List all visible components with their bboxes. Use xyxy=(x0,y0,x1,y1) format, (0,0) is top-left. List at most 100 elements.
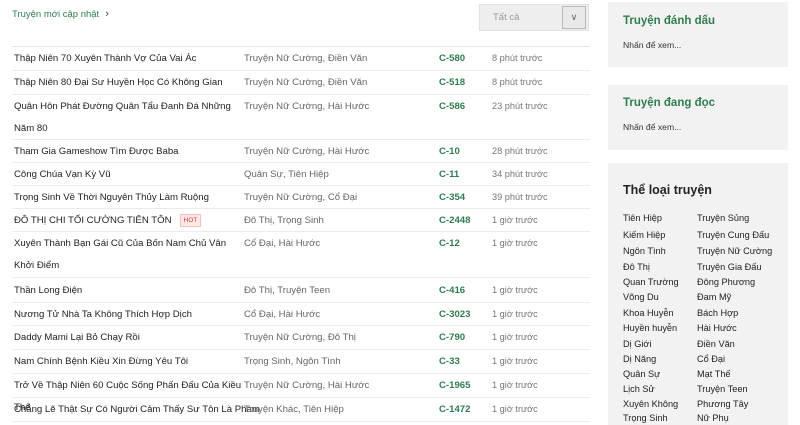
genre-link[interactable]: Tiên Hiệp xyxy=(623,212,662,225)
story-chapter-link[interactable]: C-1472 xyxy=(439,399,470,421)
genre-link[interactable]: Xuyên Không xyxy=(623,398,678,411)
story-categories[interactable]: Cổ Đại, Hài Hước xyxy=(244,233,434,255)
table-row: Công Chúa Vạn Kỳ Vũ Quân Sự, Tiên Hiệp C… xyxy=(12,163,590,186)
story-categories[interactable]: Đô Thị, Trọng Sinh xyxy=(244,210,434,232)
genre-link[interactable]: Phương Tây xyxy=(697,398,748,411)
story-chapter-link[interactable]: C-33 xyxy=(439,351,460,373)
genre-link[interactable]: Quân Sự xyxy=(623,368,660,381)
story-title-link[interactable]: Thần Long Điện xyxy=(14,280,242,302)
story-chapter-link[interactable]: C-1965 xyxy=(439,375,470,397)
story-categories[interactable]: Truyện Nữ Cường, Hài Hước xyxy=(244,375,434,397)
story-title-link[interactable]: Tham Gia Gameshow Tìm Được Baba xyxy=(14,141,242,163)
category-filter-select[interactable]: Tất cả ∨ xyxy=(479,4,589,31)
story-chapter-link[interactable]: C-518 xyxy=(439,72,465,94)
genre-link[interactable]: Khoa Huyễn xyxy=(623,307,674,320)
story-categories[interactable]: Quân Sự, Tiên Hiệp xyxy=(244,164,434,186)
genre-link[interactable]: Truyện Cung Đấu xyxy=(697,229,769,242)
table-row: Quân Hôn Phát Đường Quân Tẩu Đanh Đá Nhữ… xyxy=(12,95,590,140)
genre-link[interactable]: Truyện Sủng xyxy=(697,212,749,225)
story-categories[interactable]: Cổ Đại, Hài Hước xyxy=(244,304,434,326)
genre-link[interactable]: Huyền huyễn xyxy=(623,322,677,335)
story-chapter-link[interactable]: C-2448 xyxy=(439,210,470,232)
story-categories[interactable]: Đô Thị, Truyện Teen xyxy=(244,280,434,302)
story-categories[interactable]: Truyện Nữ Cường, Cổ Đại xyxy=(244,187,434,209)
story-categories[interactable]: Truyện Khác, Tiên Hiệp xyxy=(244,399,434,421)
story-title-link[interactable]: Công Chúa Vạn Kỳ Vũ xyxy=(14,164,242,186)
genre-link[interactable]: Đô Thị xyxy=(623,261,650,274)
story-updated-time: 8 phút trước xyxy=(492,77,543,87)
story-categories[interactable]: Truyện Nữ Cường, Hài Hước xyxy=(244,141,434,163)
story-categories[interactable]: Trọng Sinh, Ngôn Tình xyxy=(244,351,434,373)
story-title-link[interactable]: Trọng Sinh Về Thời Nguyên Thủy Làm Ruộng xyxy=(14,187,242,209)
story-categories[interactable]: Truyện Nữ Cường, Điền Văn xyxy=(244,48,434,70)
story-chapter-link[interactable]: C-12 xyxy=(439,233,460,255)
story-categories[interactable]: Truyện Nữ Cường, Đô Thị xyxy=(244,327,434,349)
genre-link[interactable]: Truyện Gia Đấu xyxy=(697,261,762,274)
table-row: Thập Niên 80 Đại Sư Huyền Học Có Không G… xyxy=(12,71,590,95)
genre-link[interactable]: Bách Hợp xyxy=(697,307,738,320)
filter-value: Tất cả xyxy=(493,12,520,23)
table-row: ĐÔ THỊ CHI TỐI CƯỜNG TIÊN TÔN HOT Đô Thị,… xyxy=(12,209,590,232)
genre-link[interactable]: Quan Trường xyxy=(623,276,679,289)
story-chapter-link[interactable]: C-790 xyxy=(439,327,465,349)
genre-link[interactable]: Võng Du xyxy=(623,291,659,304)
reading-stories-box[interactable]: Truyện đang đọc Nhấn để xem... xyxy=(608,85,788,150)
story-chapter-link[interactable]: C-586 xyxy=(439,96,465,118)
story-categories[interactable]: Truyện Nữ Cường, Điền Văn xyxy=(244,72,434,94)
story-updated-time: 1 giờ trước xyxy=(492,238,538,248)
genre-link[interactable]: Ngôn Tình xyxy=(623,245,666,258)
table-row: Nương Tử Nhà Ta Không Thích Hợp Dịch Cổ … xyxy=(12,303,590,326)
story-title-link[interactable]: Thập Niên 80 Đại Sư Huyền Học Có Không G… xyxy=(14,72,242,94)
story-updated-time: 1 giờ trước xyxy=(492,215,538,225)
reading-view-link[interactable]: Nhấn để xem... xyxy=(623,122,681,132)
genre-link[interactable]: Trọng Sinh xyxy=(623,412,668,425)
bookmark-view-link[interactable]: Nhấn để xem... xyxy=(623,40,681,50)
story-title-link[interactable]: Quân Hôn Phát Đường Quân Tẩu Đanh Đá Nhữ… xyxy=(14,96,242,140)
story-title-link[interactable]: Nam Chính Bệnh Kiều Xin Đừng Yêu Tôi xyxy=(14,351,242,373)
story-chapter-link[interactable]: C-416 xyxy=(439,280,465,302)
story-updated-time: 39 phút trước xyxy=(492,192,548,202)
story-categories[interactable]: Truyện Nữ Cường, Hài Hước xyxy=(244,96,434,118)
genre-box: Thể loại truyện Tiên Hiệp Kiếm Hiệp Ngôn… xyxy=(608,163,788,425)
main-content: Truyện mới cập nhật › Tất cả ∨ Thập Niên… xyxy=(12,0,590,425)
table-row: Daddy Mami Lại Bỏ Chạy Rồi Truyện Nữ Cườ… xyxy=(12,326,590,350)
story-title-link[interactable]: Nương Tử Nhà Ta Không Thích Hợp Dịch xyxy=(14,304,242,326)
genre-link[interactable]: Đông Phương xyxy=(697,276,755,289)
genre-link[interactable]: Lịch Sử xyxy=(623,383,655,396)
story-chapter-link[interactable]: C-11 xyxy=(439,164,459,186)
table-row: Nam Chính Bệnh Kiều Xin Đừng Yêu Tôi Trọ… xyxy=(12,350,590,374)
story-title-link[interactable]: Daddy Mami Lại Bỏ Chạy Rồi xyxy=(14,327,242,349)
story-title-link[interactable]: Chẳng Lẽ Thật Sự Có Người Cảm Thấy Sư Tô… xyxy=(14,399,260,421)
genre-link[interactable]: Mạt Thế xyxy=(697,368,731,381)
story-chapter-link[interactable]: C-580 xyxy=(439,48,465,70)
story-updated-time: 1 giờ trước xyxy=(492,404,538,414)
latest-updates-link[interactable]: Truyện mới cập nhật › xyxy=(12,9,109,21)
story-updated-time: 1 giờ trước xyxy=(492,309,538,319)
table-row: Thập Niên 70 Xuyên Thành Vợ Của Vai Ác T… xyxy=(12,47,590,71)
genre-link[interactable]: Nữ Phụ xyxy=(697,412,729,425)
story-chapter-link[interactable]: C-3023 xyxy=(439,304,470,326)
genre-link[interactable]: Dị Năng xyxy=(623,353,656,366)
genre-link[interactable]: Kiếm Hiệp xyxy=(623,229,665,242)
chevron-down-icon[interactable]: ∨ xyxy=(562,6,586,29)
genre-link[interactable]: Cổ Đại xyxy=(697,353,725,366)
genre-link[interactable]: Truyện Nữ Cường xyxy=(697,245,772,258)
story-updated-time: 34 phút trước xyxy=(492,169,548,179)
genre-link[interactable]: Điền Văn xyxy=(697,338,735,351)
genre-link[interactable]: Truyện Teen xyxy=(697,383,748,396)
genre-link[interactable]: Dị Giới xyxy=(623,338,651,351)
story-title-link[interactable]: Thập Niên 70 Xuyên Thành Vợ Của Vai Ác xyxy=(14,48,242,70)
story-chapter-link[interactable]: C-354 xyxy=(439,187,465,209)
genre-link[interactable]: Đam Mỹ xyxy=(697,291,731,304)
story-title-link[interactable]: Xuyên Thành Bạn Gái Cũ Của Bốn Nam Chủ V… xyxy=(14,233,242,277)
table-row: Trọng Sinh Về Thời Nguyên Thủy Làm Ruộng… xyxy=(12,186,590,209)
genre-title: Thể loại truyện xyxy=(623,183,712,197)
reading-title: Truyện đang đọc xyxy=(623,97,716,109)
story-chapter-link[interactable]: C-10 xyxy=(439,141,460,163)
table-row: Tham Gia Gameshow Tìm Được Baba Truyện N… xyxy=(12,140,590,163)
story-title-link[interactable]: ĐÔ THỊ CHI TỐI CƯỜNG TIÊN TÔN xyxy=(14,215,172,226)
story-updated-time: 8 phút trước xyxy=(492,53,543,63)
table-row: Chẳng Lẽ Thật Sự Có Người Cảm Thấy Sư Tô… xyxy=(12,398,590,422)
genre-link[interactable]: Hài Hước xyxy=(697,322,737,335)
bookmarked-stories-box[interactable]: Truyện đánh dấu Nhấn để xem... xyxy=(608,2,788,67)
